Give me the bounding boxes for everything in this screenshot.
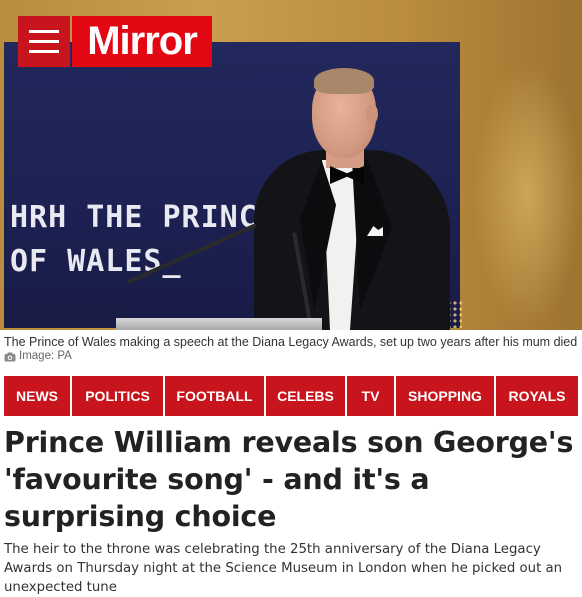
nav-item-news[interactable]: NEWS [4,376,72,416]
credit-text: Image: PA [19,350,72,362]
article-standfirst: The heir to the throne was celebrating t… [4,542,563,595]
screen-text: HRH THE PRINCE OF WALES_ [10,200,277,279]
speaker-ear [366,104,378,124]
mirror-logo[interactable]: Mirror [72,16,212,67]
image-caption: The Prince of Wales making a speech at t… [4,335,578,349]
article-headline: Prince William reveals son George's 'fav… [4,426,574,533]
nav-item-tv[interactable]: TV [347,376,396,416]
menu-bar [29,30,59,33]
nav-item-celebs[interactable]: CELEBS [266,376,347,416]
section-nav: NEWS POLITICS FOOTBALL CELEBS TV SHOPPIN… [4,376,578,416]
background-glow [472,60,582,330]
image-credit: Image: PA [4,350,72,362]
site-header: Mirror [18,16,212,67]
lectern [116,318,322,330]
nav-item-shopping[interactable]: SHOPPING [396,376,496,416]
camera-icon [4,352,16,361]
menu-bar [29,50,59,53]
nav-item-royals[interactable]: ROYALS [496,376,578,416]
nav-item-football[interactable]: FOOTBALL [165,376,266,416]
speaker-hair [314,68,374,94]
nav-item-politics[interactable]: POLITICS [72,376,165,416]
menu-bar [29,40,59,43]
hamburger-menu-icon[interactable] [18,16,70,67]
